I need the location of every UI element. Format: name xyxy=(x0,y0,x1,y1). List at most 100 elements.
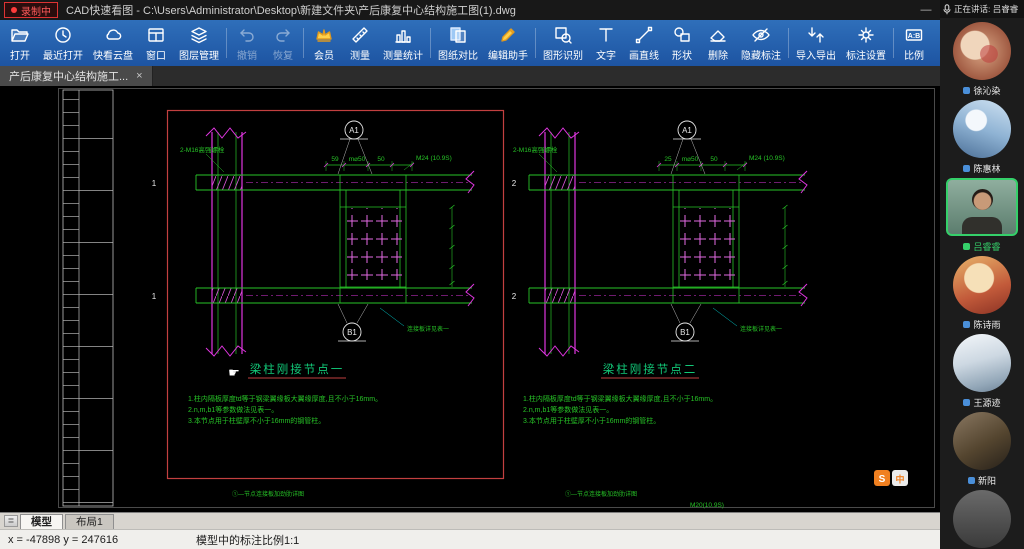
undo-button[interactable]: 撤销 xyxy=(229,20,265,66)
status-bar: x = -47898 y = 247616 模型中的标注比例1:1 xyxy=(0,529,940,549)
hide-annotations-label: 隐藏标注 xyxy=(741,47,781,62)
ruler-icon xyxy=(350,25,370,45)
scale-button[interactable]: A:B 比例 xyxy=(896,20,932,66)
participant-name: 陈惠林 xyxy=(963,162,1000,174)
layers-icon xyxy=(189,25,209,45)
bolt-spec: M24 (10.9S) xyxy=(416,155,452,162)
footer-texts: ①—节点连接板加劲肋详图 ①—节点连接板加劲肋详图 M20(10.9S) xyxy=(232,490,724,509)
undo-label: 撤销 xyxy=(237,47,257,62)
measure-stats-button[interactable]: 测量统计 xyxy=(378,20,428,66)
text-tool-button[interactable]: 文字 xyxy=(588,20,624,66)
microphone-icon xyxy=(943,4,951,15)
detail1-note: 2.n,m,b1等参数做法见表一。 xyxy=(188,405,278,414)
toolbar-separator xyxy=(430,28,431,58)
cad-drawing[interactable]: 59 m⌀50 50 M24 (10.9S) 2-M16高强螺栓 连接板详见表一… xyxy=(0,86,940,512)
draw-line-button[interactable]: 画直线 xyxy=(624,20,664,66)
magnifier-shape-icon xyxy=(553,25,573,45)
layer-manager-button[interactable]: 图层管理 xyxy=(174,20,224,66)
import-export-label: 导入导出 xyxy=(796,47,836,62)
vip-member-button[interactable]: 会员 xyxy=(306,20,342,66)
speaking-indicator: 正在讲话: 吕睿睿 xyxy=(940,0,1024,18)
participant-name: 新阳 xyxy=(968,474,996,486)
mic-status-icon xyxy=(968,477,975,484)
participant-video[interactable] xyxy=(946,178,1018,236)
pencil-icon xyxy=(498,25,518,45)
annotation-settings-button[interactable]: 标注设置 xyxy=(841,20,891,66)
recording-badge: 录制中 xyxy=(4,2,58,18)
detail2-note: 1.柱内隔板厚度td等于钢梁翼缘板大翼缘厚度,且不小于16mm。 xyxy=(523,394,717,403)
tab-close-icon[interactable]: × xyxy=(136,70,142,82)
shapes-icon xyxy=(672,25,692,45)
participant-name-speaking: 吕睿睿 xyxy=(963,240,1000,252)
shapes-button[interactable]: 形状 xyxy=(664,20,700,66)
delete-label: 删除 xyxy=(708,47,728,62)
participant-avatar[interactable] xyxy=(953,412,1011,470)
dim-text: 25 xyxy=(664,156,672,163)
detail2-texts: 25 m⌀50 50 M24 (10.9S) 2-M16高强螺栓 连接板详见表一… xyxy=(512,126,785,425)
grid-label: 2 xyxy=(512,292,517,301)
drawing-compare-button[interactable]: 图纸对比 xyxy=(433,20,483,66)
document-tab[interactable]: 产后康复中心结构施工... × xyxy=(0,66,153,86)
speaking-label: 正在讲话: 吕睿睿 xyxy=(954,3,1018,15)
watermark-logo: S 中 xyxy=(874,470,908,486)
participant-avatar[interactable] xyxy=(953,100,1011,158)
watermark-s: S xyxy=(879,474,886,485)
cad-canvas[interactable]: 59 m⌀50 50 M24 (10.9S) 2-M16高强螺栓 连接板详见表一… xyxy=(0,86,940,512)
participant-avatar[interactable] xyxy=(953,256,1011,314)
footer-note-right: ①—节点连接板加劲肋详图 xyxy=(565,490,637,498)
text-icon xyxy=(596,25,616,45)
import-export-button[interactable]: 导入导出 xyxy=(791,20,841,66)
plate-note: 连接板详见表一 xyxy=(407,325,449,333)
video-person-head xyxy=(972,189,993,210)
mic-active-icon xyxy=(963,243,970,250)
weld-note: 2-M16高强螺栓 xyxy=(513,145,558,154)
video-person-body xyxy=(962,217,1002,234)
weld-note: 2-M16高强螺栓 xyxy=(180,145,225,154)
edit-assistant-button[interactable]: 编辑助手 xyxy=(483,20,533,66)
measure-button[interactable]: 测量 xyxy=(342,20,378,66)
redo-button[interactable]: 恢复 xyxy=(265,20,301,66)
grid-label: 2 xyxy=(512,179,517,188)
window-label: 窗口 xyxy=(146,47,166,62)
recent-open-button[interactable]: 最近打开 xyxy=(38,20,88,66)
layout-nav-icon[interactable]: ≣ xyxy=(4,515,18,527)
cad-app: 录制中 CAD快速看图 - C:\Users\Administrator\Des… xyxy=(0,0,940,549)
model-tab[interactable]: 模型 xyxy=(20,514,63,529)
cursor-coordinates: x = -47898 y = 247616 xyxy=(0,534,196,546)
window-button[interactable]: 窗口 xyxy=(138,20,174,66)
drawing-compare-label: 图纸对比 xyxy=(438,47,478,62)
dim-text: 50 xyxy=(377,156,385,163)
mic-status-icon xyxy=(963,87,970,94)
vip-crown-icon xyxy=(314,25,334,45)
scale-ab-icon: A:B xyxy=(904,25,924,45)
hide-annotations-button[interactable]: 隐藏标注 xyxy=(736,20,786,66)
eye-slash-icon xyxy=(751,25,771,45)
cloud-drive-label: 快看云盘 xyxy=(93,47,133,62)
shape-recognition-button[interactable]: 图形识别 xyxy=(538,20,588,66)
clock-icon xyxy=(53,25,73,45)
model-layout-tabbar: ≣ 模型 布局1 xyxy=(0,512,940,529)
draw-line-label: 画直线 xyxy=(629,47,659,62)
hand-cursor-icon: ☛ xyxy=(228,365,240,380)
cloud-drive-button[interactable]: 快看云盘 xyxy=(88,20,138,66)
participant-avatar[interactable] xyxy=(953,22,1011,80)
bolt-spec: M24 (10.9S) xyxy=(749,155,785,162)
open-label: 打开 xyxy=(10,47,30,62)
layout1-tab[interactable]: 布局1 xyxy=(65,514,114,529)
bubble-b1: B1 xyxy=(347,328,357,337)
layer-manager-label: 图层管理 xyxy=(179,47,219,62)
mic-status-icon xyxy=(963,399,970,406)
detail1-note: 1.柱内隔板厚度td等于钢梁翼缘板大翼缘厚度,且不小于16mm。 xyxy=(188,394,382,403)
participant-avatar[interactable] xyxy=(953,490,1011,548)
participant-avatar[interactable] xyxy=(953,334,1011,392)
footer-dim: M20(10.9S) xyxy=(690,502,724,509)
redo-label: 恢复 xyxy=(273,47,293,62)
bubble-a1: A1 xyxy=(682,126,692,135)
cloud-icon xyxy=(103,25,123,45)
participant-name: 陈诗雨 xyxy=(963,318,1000,330)
detail2-note: 3.本节点用于柱壁厚不小于16mm的钢管柱。 xyxy=(523,416,660,425)
annotation-scale-note: 模型中的标注比例1:1 xyxy=(196,532,299,548)
open-button[interactable]: 打开 xyxy=(2,20,38,66)
minimize-button[interactable]: — xyxy=(912,4,940,16)
delete-button[interactable]: 删除 xyxy=(700,20,736,66)
